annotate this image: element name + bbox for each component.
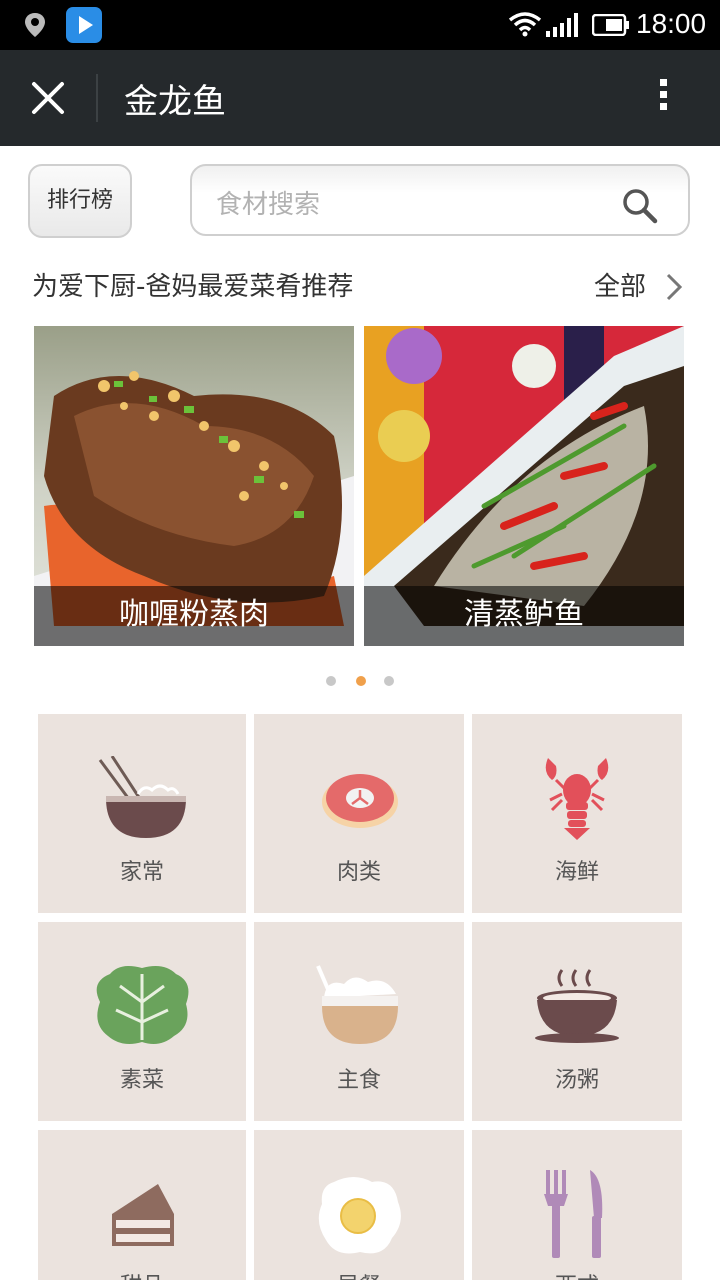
category-staple[interactable]: 主食 (254, 922, 464, 1121)
category-breakfast[interactable]: 早餐 (254, 1130, 464, 1280)
category-label: 主食 (336, 1068, 381, 1093)
location-icon (25, 13, 45, 37)
title-divider (96, 74, 98, 122)
search-input[interactable]: 食材搜索 (190, 164, 690, 236)
soup-icon (535, 969, 619, 1043)
carousel-pagination (0, 676, 720, 688)
category-western[interactable]: 西式 (472, 1130, 682, 1280)
more-menu-icon[interactable] (650, 74, 676, 122)
search-icon[interactable] (622, 188, 658, 224)
clock: 18:00 (636, 8, 707, 39)
rice-bowl-icon (98, 756, 186, 838)
ranking-button[interactable]: 排行榜 (28, 164, 132, 238)
egg-icon (318, 1177, 401, 1254)
category-meat[interactable]: 肉类 (254, 714, 464, 913)
category-label: 海鲜 (554, 860, 599, 885)
category-label: 早餐 (254, 1268, 464, 1280)
pagination-dot[interactable] (326, 676, 336, 686)
recommendation-title: 为爱下厨-爸妈最爱菜肴推荐 (32, 272, 354, 302)
recipe-caption: 咖喱粉蒸肉 (34, 586, 354, 646)
wifi-icon (508, 12, 542, 37)
category-label: 肉类 (336, 860, 381, 885)
title-bar: 金龙鱼 (0, 50, 720, 146)
status-bar: 18:00 (0, 0, 720, 50)
lobster-icon (545, 758, 609, 840)
recipe-card[interactable]: 咖喱粉蒸肉 (34, 326, 354, 646)
recipe-caption: 清蒸鲈鱼 (364, 586, 684, 646)
category-label: 甜品 (38, 1268, 246, 1280)
chevron-right-icon[interactable] (664, 272, 684, 302)
category-label: 家常 (119, 860, 164, 885)
category-dessert[interactable]: 甜品 (38, 1130, 246, 1280)
close-icon[interactable] (28, 78, 68, 118)
category-soup[interactable]: 汤粥 (472, 922, 682, 1121)
page-title: 金龙鱼 (124, 82, 226, 122)
category-label: 西式 (472, 1268, 682, 1280)
category-label: 素菜 (119, 1068, 164, 1093)
category-vegetable[interactable]: 素菜 (38, 922, 246, 1121)
search-placeholder: 食材搜索 (216, 190, 321, 220)
pagination-dot-active[interactable] (356, 676, 366, 686)
fork-knife-icon (544, 1170, 603, 1258)
video-app-icon (66, 7, 102, 43)
category-label: 汤粥 (554, 1068, 599, 1093)
battery-icon (592, 14, 629, 36)
cabbage-icon (96, 966, 189, 1044)
pagination-dot[interactable] (384, 676, 394, 686)
view-all-link[interactable]: 全部 (594, 266, 646, 303)
rice-icon (316, 965, 398, 1044)
cake-icon (112, 1184, 174, 1246)
category-home-cooking[interactable]: 家常 (38, 714, 246, 913)
category-seafood[interactable]: 海鲜 (472, 714, 682, 913)
recipe-card[interactable]: 清蒸鲈鱼 (364, 326, 684, 646)
steak-icon (322, 774, 398, 828)
signal-icon (546, 13, 578, 37)
